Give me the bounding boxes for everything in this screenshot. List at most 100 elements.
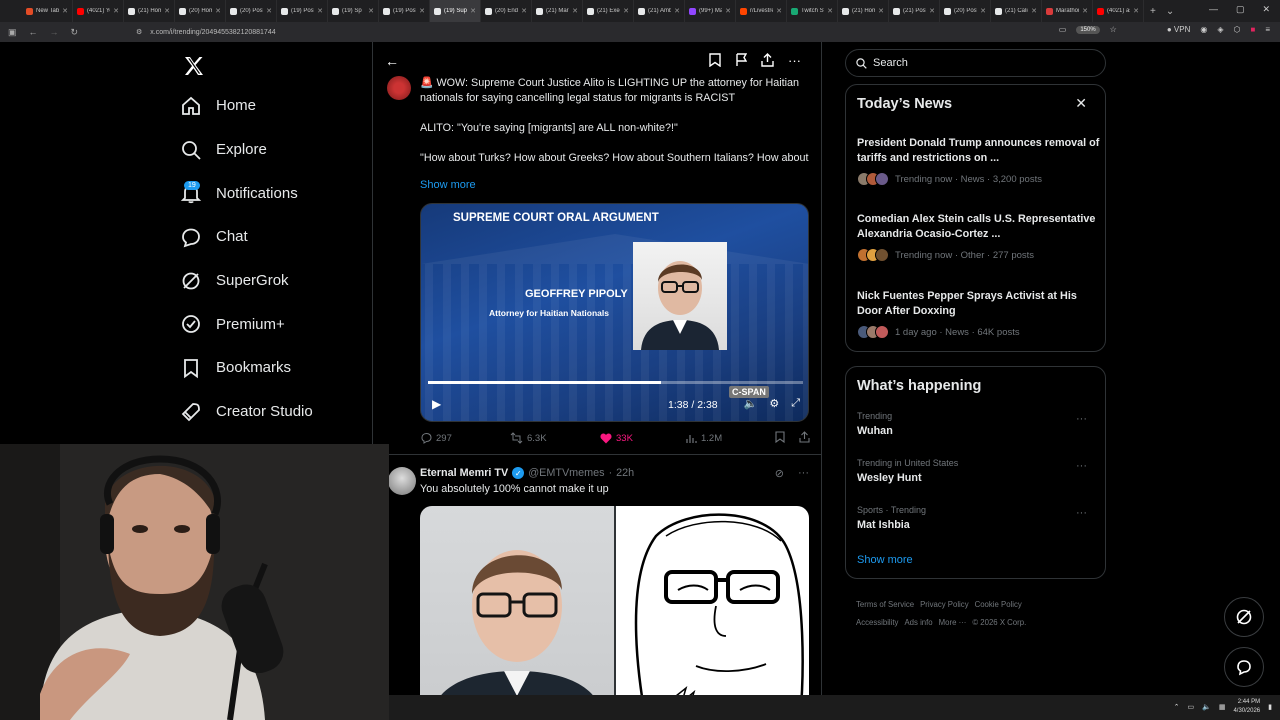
browser-tab[interactable]: (21) Calico✕ [991, 0, 1042, 22]
trend-item[interactable]: Trending Wuhan [857, 411, 1097, 437]
x-logo[interactable] [178, 48, 368, 84]
reply-button[interactable]: 297 [420, 430, 502, 446]
profile-icon[interactable]: ◉ [1200, 25, 1207, 34]
browser-tab[interactable]: (19) Sp ✕ [328, 0, 379, 22]
close-window-button[interactable]: ✕ [1262, 4, 1270, 15]
keyboard-icon[interactable]: ▦ [1219, 703, 1226, 711]
browser-tab[interactable]: (21) Exec S✕ [583, 0, 634, 22]
url-field[interactable]: ⚙ x.com/i/trending/2049455382120881744 [136, 25, 1136, 39]
video-player[interactable]: SUPREME COURT ORAL ARGUMENT GEOFFREY PIP… [420, 203, 809, 422]
browser-tab[interactable]: (19) Sup ✕ [430, 0, 481, 22]
close-tab-icon[interactable]: ✕ [1082, 7, 1088, 15]
volume-icon[interactable]: 🔈 [744, 397, 758, 410]
views-button[interactable]: 1.2M [672, 430, 764, 446]
post-time[interactable]: 22h [616, 467, 634, 479]
repost-button[interactable]: 6.3K [502, 430, 588, 446]
settings-icon[interactable]: ⚙ [769, 397, 779, 410]
sidebar-toggle-icon[interactable]: ▣ [8, 27, 17, 38]
close-tab-icon[interactable]: ✕ [980, 7, 986, 15]
minimize-button[interactable]: — [1209, 4, 1218, 15]
browser-tab[interactable]: (19) Posts✕ [379, 0, 430, 22]
author-name[interactable]: Eternal Memri TV [420, 467, 508, 479]
close-tab-icon[interactable]: ✕ [572, 7, 578, 15]
browser-tab[interactable]: (21) Mario✕ [532, 0, 583, 22]
back-nav-button[interactable]: ← [29, 27, 38, 37]
browser-tab[interactable]: (19) Posts✕ [277, 0, 328, 22]
footer-link[interactable]: Terms of Service [856, 600, 914, 609]
vpn-button[interactable]: ● VPN [1167, 25, 1191, 34]
close-tab-icon[interactable]: ✕ [725, 7, 731, 15]
browser-tab[interactable]: (21) Home✕ [838, 0, 889, 22]
nav-item-home[interactable]: Home [178, 84, 368, 128]
footer-link[interactable]: Ads info [904, 618, 932, 627]
nav-item-notifications[interactable]: Notifications [178, 171, 368, 215]
browser-tab[interactable]: (20) End W✕ [481, 0, 532, 22]
close-tab-icon[interactable]: ✕ [776, 7, 782, 15]
close-tab-icon[interactable]: ✕ [215, 7, 221, 15]
close-tab-icon[interactable]: ✕ [674, 7, 680, 15]
grok-fab-button[interactable] [1224, 597, 1264, 637]
close-tab-icon[interactable]: ✕ [317, 7, 323, 15]
close-tab-icon[interactable]: ✕ [368, 7, 374, 15]
search-input[interactable]: Search [845, 49, 1106, 77]
close-tab-icon[interactable]: ✕ [623, 7, 629, 15]
close-tab-icon[interactable]: ✕ [470, 7, 476, 15]
browser-tab[interactable]: r/Livestrea✕ [736, 0, 787, 22]
show-more-link[interactable]: Show more [857, 554, 913, 566]
author-handle[interactable]: @EMTVmemes [528, 467, 604, 479]
browser-tab[interactable]: (20) Posts✕ [940, 0, 991, 22]
zoom-indicator[interactable]: 150% [1076, 25, 1100, 34]
close-tab-icon[interactable]: ✕ [419, 7, 425, 15]
close-tab-icon[interactable]: ✕ [929, 7, 935, 15]
post[interactable]: Eternal Memri TV ✓ @EMTVmemes · 22h ⊘ ··… [373, 454, 821, 720]
close-tab-icon[interactable]: ✕ [1031, 7, 1037, 15]
bookmark-post-icon[interactable] [775, 430, 785, 446]
browser-tab[interactable]: Marathon ✕ [1042, 0, 1093, 22]
clock[interactable]: 2:44 PM 4/30/2026 [1233, 698, 1260, 716]
close-tab-icon[interactable]: ✕ [521, 7, 527, 15]
menu-icon[interactable]: ≡ [1265, 25, 1270, 34]
extensions-icon[interactable]: ⬡ [1234, 25, 1241, 34]
show-more-link[interactable]: Show more [420, 179, 476, 191]
close-tab-icon[interactable]: ✕ [1133, 7, 1139, 15]
close-tab-icon[interactable]: ✕ [113, 7, 119, 15]
more-options-icon[interactable]: ··· [798, 467, 809, 480]
browser-tab[interactable]: (21) Ambo✕ [634, 0, 685, 22]
screen-icon[interactable]: ▭ [1059, 25, 1067, 34]
site-info-icon[interactable]: ⚙ [136, 28, 142, 36]
footer-link[interactable]: Privacy Policy [920, 600, 969, 609]
like-button[interactable]: 33K [588, 430, 672, 446]
news-item[interactable]: Nick Fuentes Pepper Sprays Activist at H… [857, 289, 1101, 339]
nav-item-explore[interactable]: Explore [178, 128, 368, 172]
browser-tab[interactable]: (20) Posts✕ [226, 0, 277, 22]
more-options-icon[interactable]: ··· [1076, 460, 1087, 472]
avatar[interactable] [387, 76, 411, 100]
grok-icon[interactable]: ⊘ [775, 467, 784, 480]
volume-tray-icon[interactable]: 🔈 [1202, 703, 1211, 711]
footer-link[interactable]: More ··· [939, 618, 967, 627]
close-tab-icon[interactable]: ✕ [164, 7, 170, 15]
nav-item-supergrok[interactable]: SuperGrok [178, 259, 368, 303]
network-icon[interactable]: ▭ [1187, 703, 1194, 711]
nav-item-premium[interactable]: Premium+ [178, 302, 368, 346]
share-post-icon[interactable] [799, 430, 810, 446]
browser-tab[interactable]: (99+) Mars✕ [685, 0, 736, 22]
browser-tab[interactable]: (4021) You✕ [73, 0, 124, 22]
maximize-button[interactable]: ▢ [1236, 4, 1245, 15]
post-media[interactable] [420, 506, 809, 720]
fullscreen-icon[interactable]: ⤢ [791, 397, 800, 410]
extension-badge-icon[interactable]: ■ [1250, 25, 1255, 34]
close-tab-icon[interactable]: ✕ [62, 7, 68, 15]
more-options-icon[interactable]: ··· [1076, 413, 1087, 425]
more-options-icon[interactable]: ··· [788, 53, 801, 70]
back-arrow-icon[interactable]: ← [385, 53, 399, 69]
news-item[interactable]: President Donald Trump announces removal… [857, 136, 1101, 186]
news-item[interactable]: Comedian Alex Stein calls U.S. Represent… [857, 212, 1101, 262]
browser-tab[interactable]: (4021) asm✕ [1093, 0, 1144, 22]
forward-nav-button[interactable]: → [50, 27, 59, 37]
avatar[interactable] [388, 467, 416, 495]
trend-item[interactable]: Sports · Trending Mat Ishbia [857, 505, 1097, 531]
tray-expand-icon[interactable]: ⌃ [1174, 703, 1180, 711]
new-tab-button[interactable]: + [1150, 6, 1156, 17]
close-icon[interactable]: ✕ [1075, 95, 1087, 112]
